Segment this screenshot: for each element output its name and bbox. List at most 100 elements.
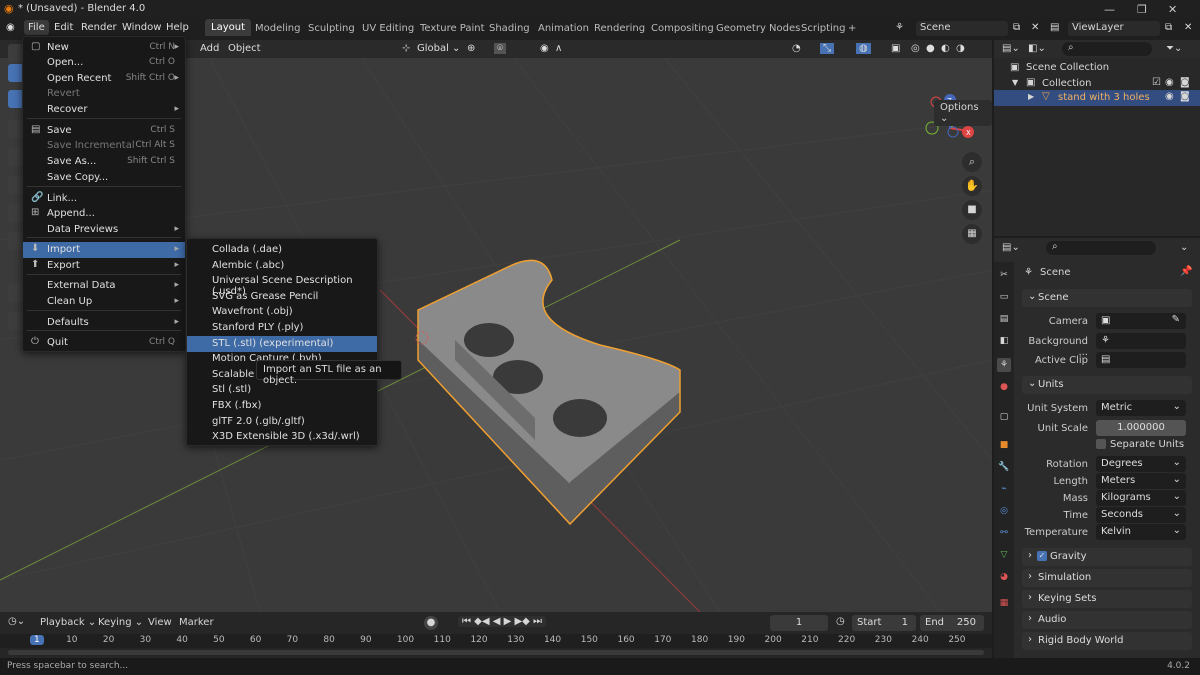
import-item-alembic-abc[interactable]: Alembic (.abc)	[187, 258, 377, 274]
file-menu-item-defaults[interactable]: Defaults ▸	[23, 315, 185, 331]
scene-tab-icon[interactable]: ⚘	[997, 358, 1011, 372]
clock-icon[interactable]: ◷	[836, 616, 845, 627]
tab-animation[interactable]: Animation	[538, 23, 589, 34]
frame-ruler[interactable]: 1 10 20 30 40 50 60 70 80 90 100 110 120 130 140 150 160…	[0, 634, 992, 648]
properties-search-input[interactable]: ⌕	[1046, 241, 1156, 255]
modifier-tab-icon[interactable]: 🔧	[997, 460, 1011, 474]
menu-render[interactable]: Render	[81, 22, 117, 33]
falloff-icon[interactable]: ∧	[555, 43, 562, 54]
eye-icon[interactable]: ◉	[1165, 91, 1174, 102]
timeline-scrollbar[interactable]	[8, 650, 984, 655]
playhead-frame[interactable]: 1	[30, 635, 44, 645]
file-menu-item-export[interactable]: ⬆ Export ▸	[23, 258, 185, 274]
gizmo-toggle-icon[interactable]: ⤡	[820, 43, 834, 54]
file-menu-item-quit[interactable]: ⏻ Quit Ctrl Q	[23, 335, 185, 351]
menu-file[interactable]: File	[24, 20, 49, 35]
unit-system-dropdown[interactable]: Metric ⌄	[1096, 400, 1186, 416]
file-menu-item-save-as[interactable]: Save As... Shift Ctrl S	[23, 154, 185, 170]
solid-shading-icon[interactable]: ●	[926, 43, 935, 54]
units-section-header[interactable]: ⌄ Units	[1022, 376, 1192, 394]
rigid-body-section-header[interactable]: › Rigid Body World	[1022, 632, 1192, 650]
current-frame-field[interactable]: 1	[770, 615, 828, 631]
file-menu-item-open[interactable]: Open... Ctrl O	[23, 55, 185, 71]
scene-section-header[interactable]: ⌄ Scene	[1022, 289, 1192, 307]
camera-render-icon[interactable]: ◙	[1180, 77, 1190, 88]
delete-viewlayer-icon[interactable]: ✕	[1184, 22, 1192, 33]
keying-menu[interactable]: Keying ⌄	[98, 617, 143, 628]
minimize-icon[interactable]: —	[1104, 3, 1115, 16]
time-dropdown[interactable]: Seconds ⌄	[1096, 507, 1186, 523]
render-tab-icon[interactable]: ▭	[997, 290, 1011, 304]
world-tab-icon[interactable]: ●	[997, 380, 1011, 394]
wireframe-shading-icon[interactable]: ◎	[911, 43, 920, 54]
maximize-icon[interactable]: ❐	[1137, 3, 1147, 16]
collection-tab-icon[interactable]: ▢	[997, 410, 1011, 424]
file-menu-item-save[interactable]: ▤ Save Ctrl S	[23, 123, 185, 139]
camera-view-icon[interactable]: ■	[962, 200, 982, 220]
add-workspace-button[interactable]: +	[848, 23, 856, 34]
mass-dropdown[interactable]: Kilograms ⌄	[1096, 490, 1186, 506]
tab-sculpting[interactable]: Sculpting	[308, 23, 355, 34]
camera-field[interactable]: ▣ ✎	[1096, 313, 1186, 329]
proportional-edit-icon[interactable]: ◉	[540, 43, 549, 54]
expand-arrow-icon[interactable]: ▶	[1028, 92, 1034, 101]
keying-sets-section-header[interactable]: › Keying Sets	[1022, 590, 1192, 608]
file-menu-item-new[interactable]: ▢ New Ctrl N ▸	[23, 40, 185, 56]
output-tab-icon[interactable]: ▤	[997, 312, 1011, 326]
pin-icon[interactable]: 📌	[1180, 266, 1192, 277]
view-layer-tab-icon[interactable]: ◧	[997, 334, 1011, 348]
file-menu-item-external-data[interactable]: External Data ▸	[23, 278, 185, 294]
editor-type-icon[interactable]: ▤⌄	[1002, 43, 1020, 54]
xray-icon[interactable]: ▣	[891, 43, 900, 54]
new-scene-icon[interactable]: ⧉	[1013, 22, 1020, 33]
tab-scripting[interactable]: Scripting	[801, 23, 845, 34]
pan-hand-icon[interactable]: ✋	[962, 176, 982, 196]
tool-tab-icon[interactable]: ✂	[997, 268, 1011, 282]
constraints-tab-icon[interactable]: ⚯	[997, 526, 1011, 540]
eye-icon[interactable]: ◉	[1165, 77, 1174, 88]
temperature-dropdown[interactable]: Kelvin ⌄	[1096, 524, 1186, 540]
visibility-icon[interactable]: ◔	[792, 43, 801, 54]
length-dropdown[interactable]: Meters ⌄	[1096, 473, 1186, 489]
file-menu-item-save-copy[interactable]: Save Copy...	[23, 170, 185, 186]
editor-type-icon[interactable]: ▤⌄	[1002, 242, 1020, 253]
expand-arrow-icon[interactable]: ▼	[1012, 78, 1018, 87]
view-menu[interactable]: View	[148, 617, 172, 628]
menu-edit[interactable]: Edit	[54, 22, 73, 33]
perspective-grid-icon[interactable]: ▦	[962, 224, 982, 244]
delete-scene-icon[interactable]: ✕	[1031, 22, 1039, 33]
gravity-checkbox[interactable]: ✓	[1037, 551, 1047, 561]
marker-menu[interactable]: Marker	[179, 617, 214, 628]
end-frame-field[interactable]: End 250	[920, 615, 984, 631]
menu-help[interactable]: Help	[166, 22, 189, 33]
object-tab-icon[interactable]: ■	[997, 438, 1011, 452]
import-item-stanford-ply-ply[interactable]: Stanford PLY (.ply)	[187, 320, 377, 336]
record-icon[interactable]: ●	[424, 616, 438, 630]
chevron-down-icon[interactable]: ⌄	[1180, 242, 1188, 253]
tab-shading[interactable]: Shading	[489, 23, 530, 34]
unit-scale-field[interactable]: 1.000000	[1096, 420, 1186, 436]
scene-collection-label[interactable]: Scene Collection	[1026, 62, 1109, 73]
particles-tab-icon[interactable]: ⌁	[997, 482, 1011, 496]
overlay-toggle-icon[interactable]: ◍	[856, 43, 871, 54]
start-frame-field[interactable]: Start 1	[852, 615, 916, 631]
blender-menu-icon[interactable]: ◉	[6, 22, 15, 33]
import-item-x3d-extensible-3d-x3d-wrl[interactable]: X3D Extensible 3D (.x3d/.wrl)	[187, 429, 377, 445]
options-dropdown[interactable]: Options ⌄	[934, 100, 992, 126]
rotation-dropdown[interactable]: Degrees ⌄	[1096, 456, 1186, 472]
scene-selector[interactable]: Scene	[916, 21, 1008, 36]
tab-geometry-nodes[interactable]: Geometry Nodes	[716, 23, 800, 34]
editor-type-icon[interactable]: ◷⌄	[8, 616, 25, 627]
menu-object[interactable]: Object	[228, 43, 261, 54]
material-shading-icon[interactable]: ◐	[941, 43, 950, 54]
tab-compositing[interactable]: Compositing	[651, 23, 714, 34]
zoom-icon[interactable]: ⌕	[962, 152, 982, 172]
tab-texture-paint[interactable]: Texture Paint	[420, 23, 485, 34]
orientation-dropdown[interactable]: Global	[417, 43, 449, 54]
tab-uv-editing[interactable]: UV Editing	[362, 23, 414, 34]
tab-modeling[interactable]: Modeling	[255, 23, 301, 34]
pivot-icon[interactable]: ⊕	[467, 43, 475, 54]
tab-layout[interactable]: Layout	[205, 19, 251, 36]
rendered-shading-icon[interactable]: ◑	[956, 43, 965, 54]
physics-tab-icon[interactable]: ◎	[997, 504, 1011, 518]
